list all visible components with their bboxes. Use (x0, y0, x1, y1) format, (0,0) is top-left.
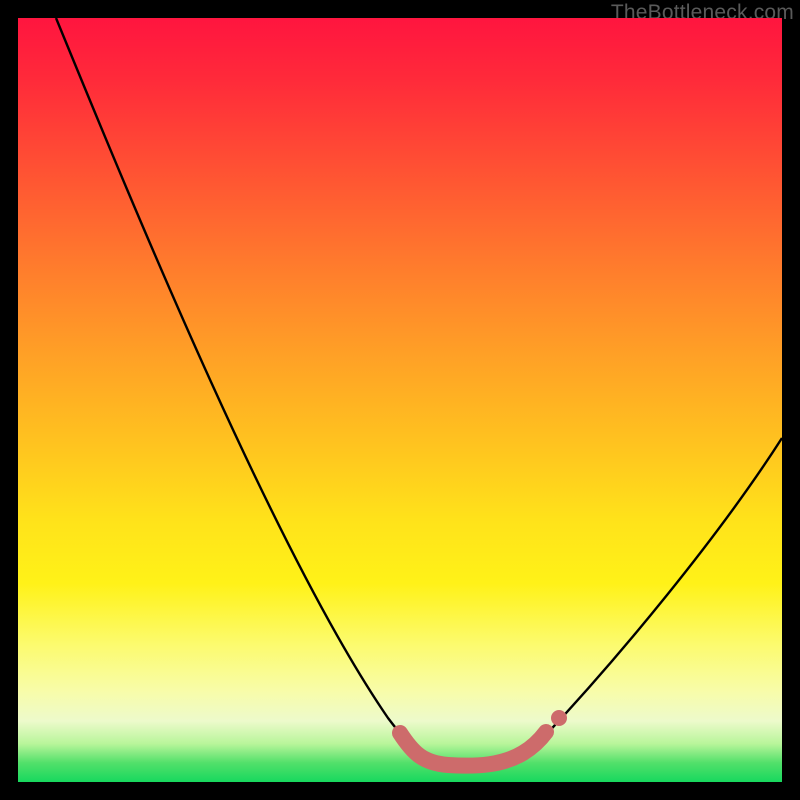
curve-svg (18, 18, 782, 782)
highlight-segment (400, 732, 546, 766)
bottleneck-curve (56, 18, 782, 766)
chart-stage: TheBottleneck.com (0, 0, 800, 800)
plot-area (18, 18, 782, 782)
highlight-dot (551, 710, 567, 726)
